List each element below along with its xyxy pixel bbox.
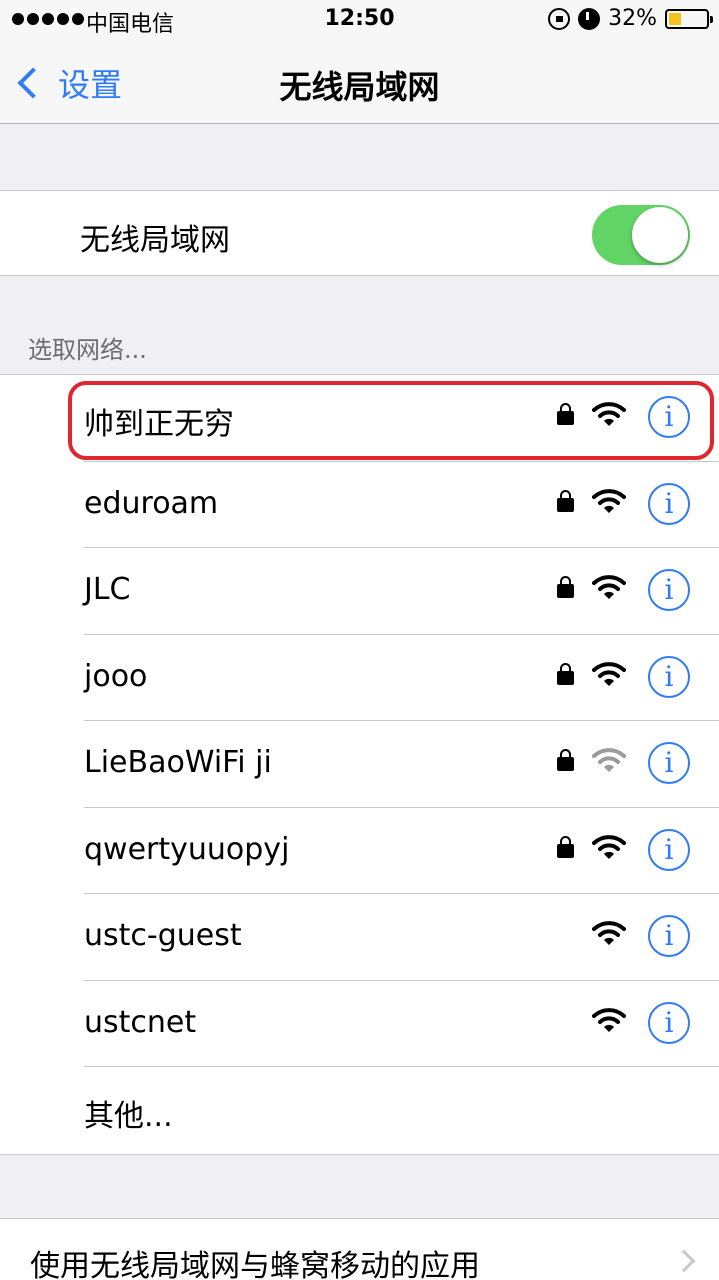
- network-row[interactable]: JLC i: [0, 548, 719, 635]
- network-name: ustc-guest: [84, 918, 242, 953]
- network-row[interactable]: ustcnet i: [0, 981, 719, 1067]
- lock-icon: [557, 835, 574, 858]
- info-button[interactable]: i: [648, 569, 690, 611]
- network-row[interactable]: qwertyuuopyj i: [0, 808, 719, 894]
- wifi-signal-icon: [592, 921, 626, 945]
- other-network-row[interactable]: 其他...: [0, 1067, 719, 1154]
- status-bar: 中国电信 12:50 32%: [0, 0, 719, 40]
- info-button[interactable]: i: [648, 828, 690, 871]
- network-row[interactable]: jooo i: [0, 635, 719, 721]
- lock-icon: [557, 489, 574, 512]
- info-button[interactable]: i: [648, 1001, 690, 1044]
- wifi-signal-icon: [592, 575, 626, 599]
- network-list: 帅到正无穷 i eduroam i JLC i jooo i LieBaoWiFi ji i qwe…: [0, 374, 719, 1155]
- network-name: JLC: [84, 572, 131, 607]
- network-name: ustcnet: [84, 1004, 197, 1040]
- info-button[interactable]: i: [648, 742, 690, 784]
- wifi-toggle-row: 无线局域网: [0, 190, 719, 276]
- battery-percent: 32%: [608, 6, 657, 31]
- network-row[interactable]: eduroam i: [0, 462, 719, 548]
- battery-icon: [665, 8, 713, 29]
- wifi-signal-icon: [592, 402, 626, 426]
- wifi-toggle-label: 无线局域网: [80, 223, 230, 258]
- wifi-signal-icon: [592, 1007, 626, 1032]
- network-name: eduroam: [84, 485, 219, 521]
- network-row[interactable]: LieBaoWiFi ji i: [0, 721, 719, 808]
- network-row[interactable]: ustc-guest i: [0, 894, 719, 981]
- wifi-toggle-switch[interactable]: [592, 205, 690, 265]
- alarm-icon: [578, 7, 601, 30]
- lock-icon: [557, 749, 574, 771]
- rotation-lock-icon: [548, 7, 571, 30]
- network-name: qwertyuuopyj: [84, 831, 290, 867]
- other-network-label: 其他...: [84, 1099, 173, 1134]
- info-button[interactable]: i: [648, 482, 690, 525]
- wifi-signal-icon: [592, 834, 626, 859]
- network-name: jooo: [84, 658, 148, 694]
- page-title: 无线局域网: [279, 68, 440, 106]
- info-button[interactable]: i: [648, 915, 690, 957]
- wifi-signal-icon: [592, 661, 626, 686]
- info-button[interactable]: i: [648, 396, 690, 438]
- chevron-right-icon: [672, 1249, 696, 1273]
- lock-icon: [557, 662, 574, 685]
- choose-network-header: 选取网络...: [28, 336, 147, 364]
- lock-icon: [557, 576, 574, 598]
- lock-icon: [557, 403, 574, 425]
- network-row[interactable]: 帅到正无穷 i: [0, 375, 719, 462]
- apps-using-wlan-row[interactable]: 使用无线局域网与蜂窝移动的应用: [0, 1218, 719, 1280]
- network-name: 帅到正无穷: [84, 407, 234, 442]
- wifi-signal-icon: [592, 748, 626, 772]
- info-button[interactable]: i: [648, 655, 690, 698]
- wifi-signal-icon: [592, 488, 626, 513]
- toggle-knob: [632, 207, 688, 263]
- apps-using-wlan-label: 使用无线局域网与蜂窝移动的应用: [30, 1249, 480, 1280]
- navigation-bar: 设置 无线局域网: [0, 40, 719, 124]
- network-name: LieBaoWiFi ji: [84, 745, 272, 780]
